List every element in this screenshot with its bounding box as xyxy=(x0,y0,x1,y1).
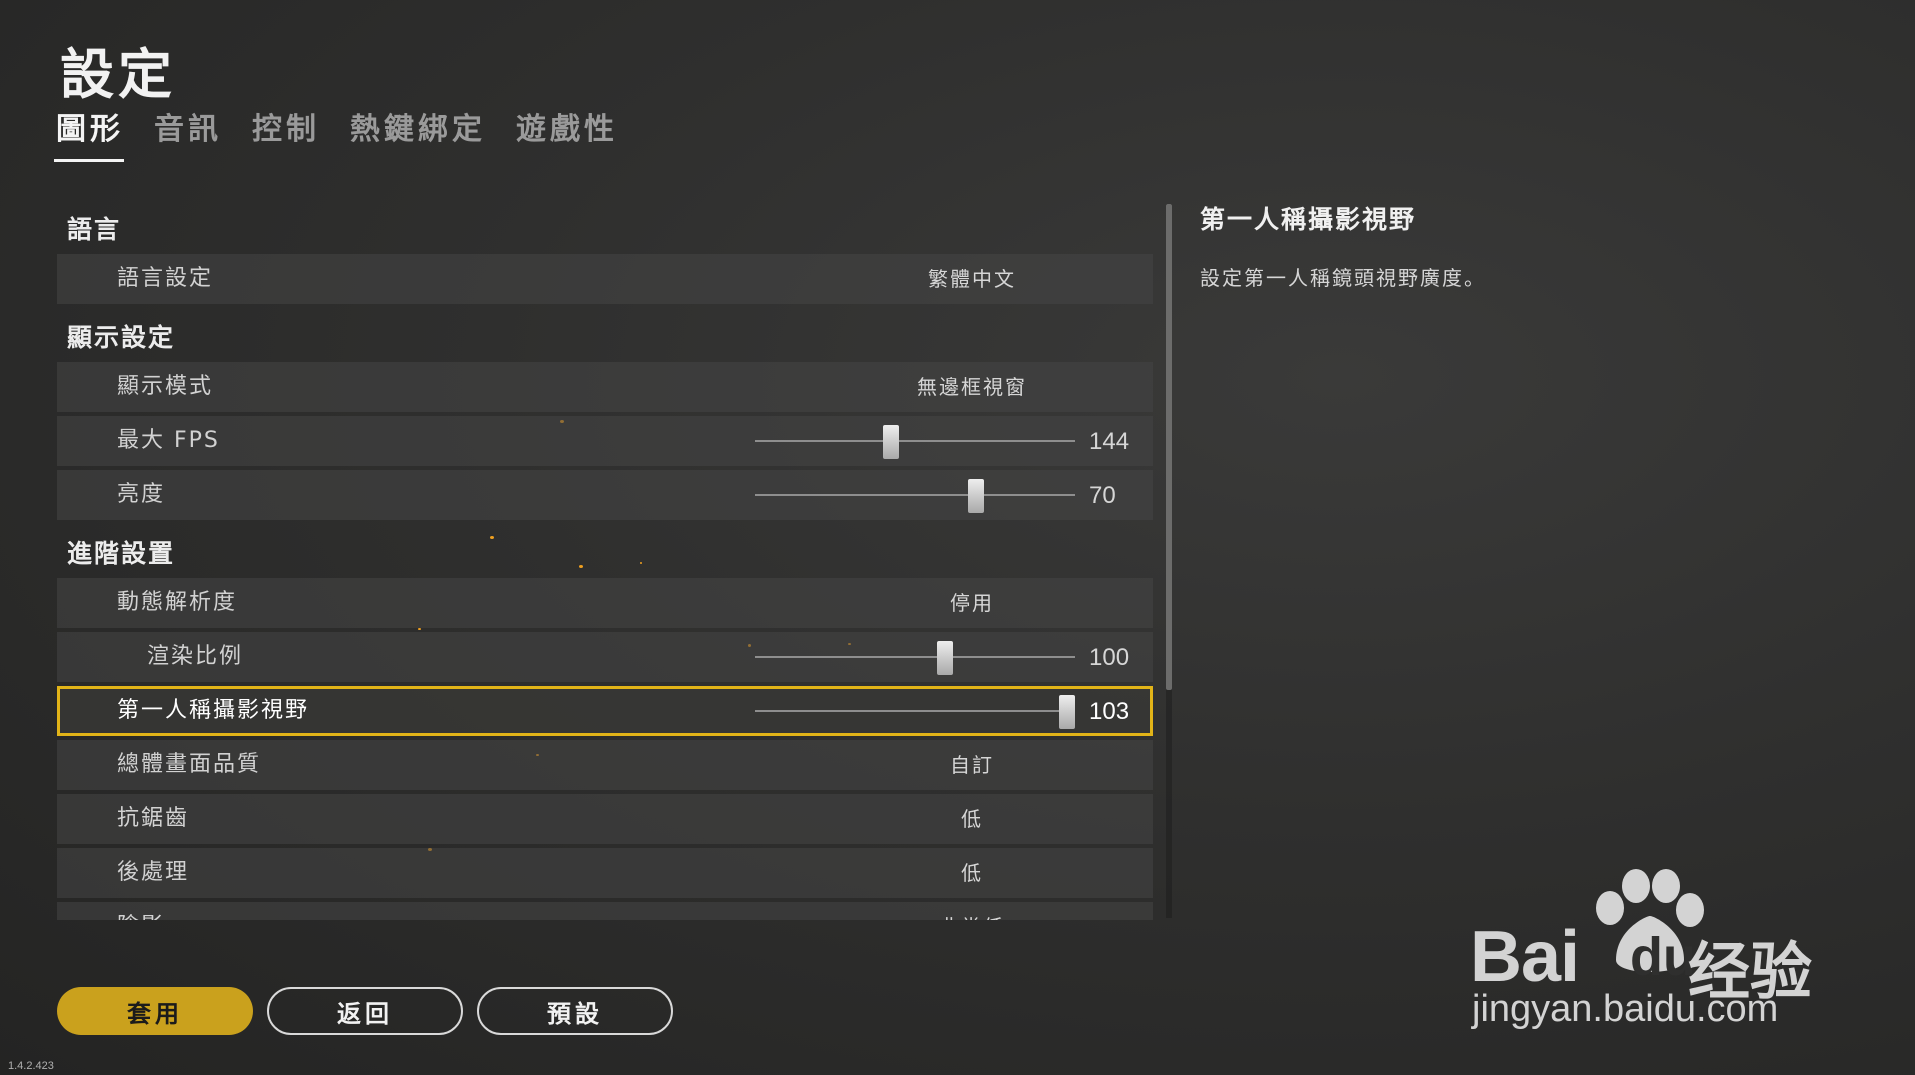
setting-value-dropdown[interactable]: 繁體中文 xyxy=(812,254,1132,304)
setting-row-shadows[interactable]: 陰影 非常低 xyxy=(57,902,1153,920)
setting-label: 渲染比例 xyxy=(147,644,244,669)
slider-thumb[interactable] xyxy=(883,425,899,459)
setting-label: 動態解析度 xyxy=(117,590,238,615)
slider-track[interactable] xyxy=(755,440,1075,442)
apply-button[interactable]: 套用 xyxy=(57,987,253,1035)
setting-row-post-processing[interactable]: 後處理 低 xyxy=(57,848,1153,898)
section-header-language: 語言 xyxy=(67,215,122,244)
slider-thumb[interactable] xyxy=(1059,695,1075,729)
fpp-fov-slider[interactable] xyxy=(755,686,1075,736)
setting-value-dropdown[interactable]: 無邊框視窗 xyxy=(812,362,1132,412)
setting-row-language[interactable]: 語言設定 繁體中文 xyxy=(57,254,1153,304)
setting-label: 後處理 xyxy=(117,860,190,885)
slider-value: 70 xyxy=(1089,482,1116,509)
brightness-slider[interactable] xyxy=(755,470,1075,520)
render-scale-slider[interactable] xyxy=(755,632,1075,682)
setting-label: 陰影 xyxy=(117,902,165,920)
version-label: 1.4.2.423 xyxy=(8,1060,54,1072)
slider-track[interactable] xyxy=(755,656,1075,658)
setting-value-dropdown[interactable]: 停用 xyxy=(812,578,1132,628)
detail-title: 第一人稱攝影視野 xyxy=(1200,205,1417,234)
page-title: 設定 xyxy=(60,43,176,106)
back-button[interactable]: 返回 xyxy=(267,987,463,1035)
setting-label: 亮度 xyxy=(117,482,166,507)
setting-label: 語言設定 xyxy=(117,266,214,291)
slider-thumb[interactable] xyxy=(937,641,953,675)
tab-audio[interactable]: 音訊 xyxy=(154,104,222,158)
setting-row-overall-quality[interactable]: 總體畫面品質 自訂 xyxy=(57,740,1153,790)
slider-thumb[interactable] xyxy=(968,479,984,513)
section-header-advanced: 進階設置 xyxy=(67,539,176,568)
setting-value-dropdown[interactable]: 自訂 xyxy=(812,740,1132,790)
tab-gameplay[interactable]: 遊戲性 xyxy=(516,104,618,158)
slider-track[interactable] xyxy=(755,710,1075,712)
tab-graphics[interactable]: 圖形 xyxy=(54,104,124,162)
setting-row-dynamic-resolution[interactable]: 動態解析度 停用 xyxy=(57,578,1153,628)
baidu-jingyan-watermark: Bai du 经验 jingyan.baidu.com xyxy=(1470,868,1820,1038)
setting-row-max-fps[interactable]: 最大 FPS 144 xyxy=(57,416,1153,466)
setting-value-dropdown[interactable]: 低 xyxy=(812,848,1132,898)
setting-label: 抗鋸齒 xyxy=(117,806,190,831)
setting-label: 第一人稱攝影視野 xyxy=(117,698,310,723)
settings-scrollbar-thumb[interactable] xyxy=(1166,204,1172,690)
watermark-du-text: du xyxy=(1630,927,1696,987)
max-fps-slider[interactable] xyxy=(755,416,1075,466)
tab-keybindings[interactable]: 熱鍵綁定 xyxy=(350,104,486,158)
detail-description: 設定第一人稱鏡頭視野廣度。 xyxy=(1200,266,1486,290)
setting-label: 顯示模式 xyxy=(117,374,214,399)
setting-row-render-scale[interactable]: 渲染比例 100 xyxy=(57,632,1153,682)
default-button[interactable]: 預設 xyxy=(477,987,673,1035)
setting-row-display-mode[interactable]: 顯示模式 無邊框視窗 xyxy=(57,362,1153,412)
settings-list[interactable]: 語言 語言設定 繁體中文 顯示設定 顯示模式 無邊框視窗 最大 FPS 144 … xyxy=(57,200,1153,920)
setting-row-fpp-fov[interactable]: 第一人稱攝影視野 103 xyxy=(57,686,1153,736)
watermark-url: jingyan.baidu.com xyxy=(1472,988,1779,1030)
slider-value: 100 xyxy=(1089,644,1130,671)
setting-value-dropdown[interactable]: 低 xyxy=(812,794,1132,844)
section-header-display: 顯示設定 xyxy=(67,323,176,352)
watermark-bai-text: Bai xyxy=(1470,917,1580,997)
settings-tabs: 圖形 音訊 控制 熱鍵綁定 遊戲性 xyxy=(54,104,618,162)
setting-label: 最大 FPS xyxy=(117,428,220,453)
setting-value-dropdown[interactable]: 非常低 xyxy=(812,902,1132,920)
tab-controls[interactable]: 控制 xyxy=(252,104,320,158)
slider-track[interactable] xyxy=(755,494,1075,496)
setting-label: 總體畫面品質 xyxy=(117,752,262,777)
setting-row-anti-aliasing[interactable]: 抗鋸齒 低 xyxy=(57,794,1153,844)
slider-value: 144 xyxy=(1089,428,1130,455)
setting-row-brightness[interactable]: 亮度 70 xyxy=(57,470,1153,520)
slider-value: 103 xyxy=(1089,698,1130,725)
